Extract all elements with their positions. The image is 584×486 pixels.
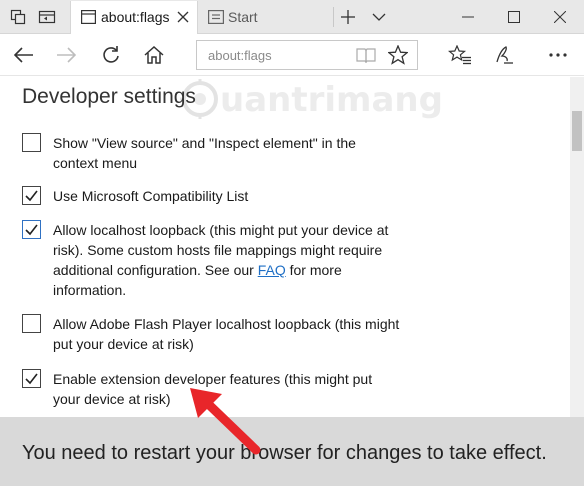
page-icon [81, 10, 97, 27]
option-label: Use Microsoft Compatibility List [53, 188, 249, 204]
option-label: Allow localhost loopback (this might put… [53, 222, 389, 298]
checkbox-localhost-loopback[interactable] [22, 220, 41, 239]
hub-icon[interactable] [444, 34, 476, 76]
checkmark-icon [25, 190, 38, 202]
start-page-icon [208, 10, 225, 27]
checkbox-flash-loopback[interactable] [22, 314, 41, 333]
tab-divider [333, 7, 334, 27]
refresh-icon[interactable] [95, 34, 127, 76]
tab-label: Start [228, 9, 258, 25]
tab-close-icon[interactable] [177, 10, 189, 26]
scrollbar-thumb[interactable] [572, 111, 582, 151]
option-label: Allow Adobe Flash Player localhost loopb… [53, 316, 400, 352]
checkbox-view-source[interactable] [22, 133, 41, 152]
address-text: about:flags [208, 48, 272, 63]
reading-view-icon[interactable] [352, 34, 380, 76]
window-close-icon[interactable] [540, 0, 580, 33]
more-icon[interactable] [540, 34, 576, 76]
restart-notice: You need to restart your browser for cha… [0, 417, 584, 486]
maximize-icon[interactable] [494, 0, 534, 33]
web-note-icon[interactable] [488, 34, 520, 76]
checkbox-compat-list[interactable] [22, 186, 41, 205]
settings-content: uantrimang Developer settings Show "View… [0, 77, 570, 417]
watermark-logo: uantrimang [178, 77, 448, 128]
checkmark-icon [25, 224, 38, 236]
favorite-star-icon[interactable] [384, 34, 412, 76]
option-label: Show "View source" and "Inspect element"… [53, 135, 356, 171]
page-heading: Developer settings [22, 85, 196, 108]
tab-bar: about:flags Start [0, 0, 584, 34]
back-icon[interactable] [8, 34, 40, 76]
tab-preview-icon[interactable] [6, 0, 30, 33]
tab-label: about:flags [101, 9, 170, 25]
set-aside-icon[interactable] [34, 0, 60, 33]
faq-link[interactable]: FAQ [258, 262, 286, 278]
checkbox-extension-dev[interactable] [22, 369, 41, 388]
checkmark-icon [25, 373, 38, 385]
minimize-icon[interactable] [448, 0, 488, 33]
home-icon[interactable] [138, 34, 170, 76]
tab-list-icon[interactable] [367, 0, 391, 33]
restart-notice-text: You need to restart your browser for cha… [22, 442, 547, 464]
tab-about-flags[interactable]: about:flags [70, 1, 198, 34]
new-tab-icon[interactable] [336, 0, 360, 33]
navigation-bar: about:flags [0, 34, 584, 76]
red-arrow-annotation [188, 388, 268, 463]
forward-icon[interactable] [50, 34, 82, 76]
tab-start[interactable]: Start [198, 1, 330, 34]
svg-text:uantrimang: uantrimang [220, 80, 443, 120]
